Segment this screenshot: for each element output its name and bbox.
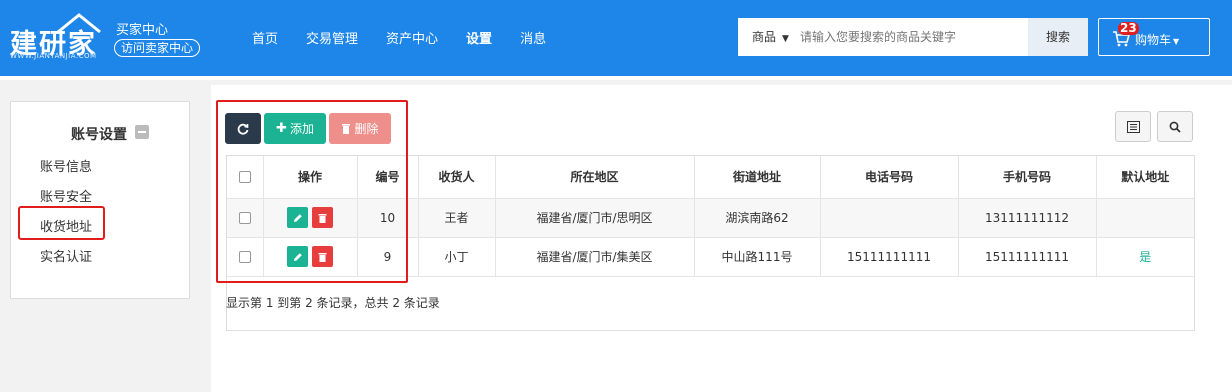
columns-toggle-button[interactable] [1115, 111, 1151, 142]
column-header-receiver[interactable]: 收货人 [418, 156, 496, 199]
column-header-default[interactable]: 默认地址 [1096, 156, 1194, 199]
search-input[interactable] [798, 18, 1028, 56]
cell-mobile: 15111111111 [958, 237, 1097, 277]
search-category-label: 商品 [752, 30, 777, 44]
cart-label: 购物车 ▼ [1135, 31, 1179, 48]
cell-phone: 15111111111 [820, 237, 959, 277]
cell-region: 福建省/厦门市/思明区 [495, 198, 695, 238]
column-header-street[interactable]: 街道地址 [694, 156, 821, 199]
cart-label-text: 购物车 [1135, 33, 1172, 47]
cell-region: 福建省/厦门市/集美区 [495, 237, 695, 277]
header-divider [0, 76, 1232, 80]
nav-assets[interactable]: 资产中心 [386, 28, 438, 47]
highlight-annotation-box [216, 100, 408, 283]
selected-item-highlight [18, 206, 105, 240]
nav-home[interactable]: 首页 [252, 28, 278, 47]
table-search-button[interactable] [1157, 111, 1193, 142]
sidebar-title: 账号设置 [71, 127, 127, 143]
sidebar-item-account-security[interactable]: 账号安全 [40, 186, 92, 205]
column-header-region[interactable]: 所在地区 [495, 156, 695, 199]
sidebar-item-account-info[interactable]: 账号信息 [40, 156, 92, 175]
column-header-mobile[interactable]: 手机号码 [958, 156, 1097, 199]
cell-default [1096, 198, 1194, 238]
search-icon [1169, 121, 1181, 133]
search-category-select[interactable]: 商品 ▼ [738, 18, 798, 56]
cell-street: 湖滨南路62 [694, 198, 821, 238]
cart-button[interactable]: 23 购物车 ▼ [1098, 18, 1210, 56]
top-header: 建研家 WWW.JIANYANJIA.COM 买家中心 访问卖家中心 首页 交易… [0, 0, 1232, 76]
column-header-phone[interactable]: 电话号码 [820, 156, 959, 199]
search-button[interactable]: 搜索 [1028, 18, 1088, 56]
cell-receiver: 王者 [418, 198, 496, 238]
main-nav: 首页 交易管理 资产中心 设置 消息 [252, 28, 574, 47]
columns-icon [1126, 120, 1140, 133]
collapse-icon[interactable] [135, 125, 149, 139]
nav-settings[interactable]: 设置 [466, 28, 492, 47]
logo-url: WWW.JIANYANJIA.COM [10, 52, 97, 60]
account-sidebar: 账号设置 账号信息 账号安全 收货地址 实名认证 [10, 101, 190, 299]
nav-messages[interactable]: 消息 [520, 28, 546, 47]
cell-phone [820, 198, 959, 238]
cell-street: 中山路111号 [694, 237, 821, 277]
caret-down-icon: ▼ [1173, 37, 1180, 46]
nav-trade[interactable]: 交易管理 [306, 28, 358, 47]
visit-seller-center-link[interactable]: 访问卖家中心 [114, 39, 201, 57]
search-bar: 商品 ▼ 搜索 [738, 18, 1088, 56]
cell-receiver: 小丁 [418, 237, 496, 277]
cell-mobile: 13111111112 [958, 198, 1097, 238]
buyer-center-label: 买家中心 [116, 23, 169, 38]
sidebar-item-real-name[interactable]: 实名认证 [40, 246, 92, 265]
caret-down-icon: ▼ [782, 34, 789, 44]
cell-default: 是 [1096, 237, 1194, 277]
pagination-info: 显示第 1 到第 2 条记录，总共 2 条记录 [226, 296, 440, 310]
logo[interactable]: 建研家 WWW.JIANYANJIA.COM [10, 12, 102, 62]
